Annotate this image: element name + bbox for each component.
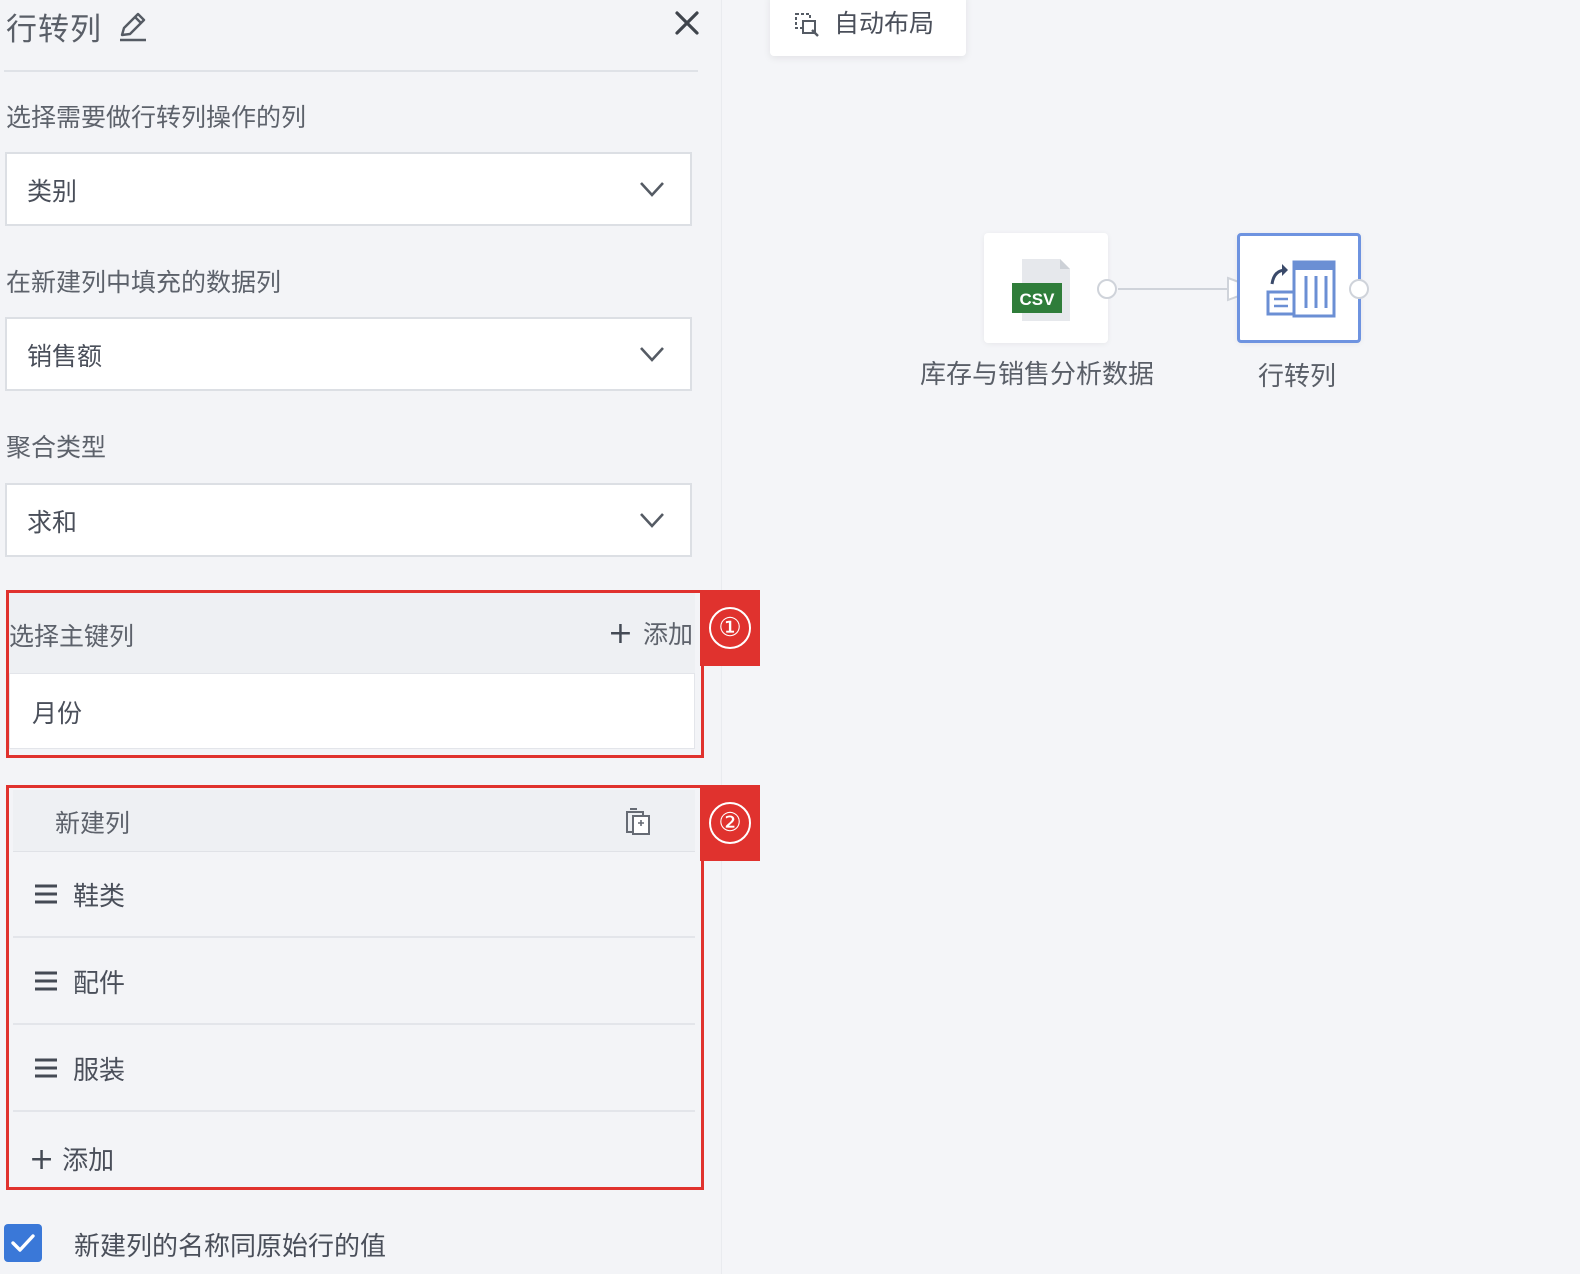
same-name-checkbox[interactable] bbox=[4, 1224, 42, 1262]
chevron-down-icon bbox=[640, 347, 664, 362]
aggregation-select[interactable]: 求和 bbox=[5, 483, 692, 557]
primary-key-header: 选择主键列 + 添加 bbox=[9, 593, 695, 673]
drag-handle-icon[interactable] bbox=[33, 882, 59, 906]
new-column-label: 鞋类 bbox=[73, 882, 126, 912]
chevron-down-icon bbox=[640, 182, 664, 197]
panel-title: 行转列 bbox=[6, 12, 102, 48]
annotation-badge-2: ② bbox=[700, 785, 760, 861]
auto-layout-label: 自动布局 bbox=[834, 9, 935, 38]
same-name-label: 新建列的名称同原始行的值 bbox=[74, 1232, 387, 1262]
row-to-column-node-label: 行转列 bbox=[1258, 362, 1337, 392]
checkmark-icon bbox=[11, 1234, 35, 1252]
primary-key-value: 月份 bbox=[32, 699, 83, 728]
csv-source-node[interactable]: CSV bbox=[984, 233, 1108, 343]
value-column-value: 销售额 bbox=[27, 342, 103, 371]
add-primary-key-button[interactable]: + 添加 bbox=[608, 615, 693, 651]
auto-layout-icon bbox=[795, 13, 819, 37]
primary-key-input[interactable]: 月份 bbox=[9, 673, 695, 749]
field-label-value-column: 在新建列中填充的数据列 bbox=[6, 268, 282, 297]
output-port[interactable] bbox=[1349, 279, 1369, 299]
badge-number: ② bbox=[709, 802, 751, 844]
drag-handle-icon[interactable] bbox=[33, 969, 59, 993]
new-columns-header: 新建列 bbox=[13, 790, 695, 852]
new-column-label: 配件 bbox=[73, 969, 126, 999]
aggregation-value: 求和 bbox=[27, 508, 78, 537]
same-name-option: 新建列的名称同原始行的值 bbox=[4, 1222, 704, 1262]
add-new-column-button[interactable]: + 添加 bbox=[29, 1140, 114, 1177]
panel-header: 行转列 bbox=[4, 0, 699, 72]
new-column-row[interactable]: 服装 bbox=[13, 1026, 695, 1112]
field-label-pivot-column: 选择需要做行转列操作的列 bbox=[6, 103, 307, 132]
new-column-row[interactable]: 鞋类 bbox=[13, 852, 695, 938]
new-columns-section: 新建列 鞋类 配件 服装 + 添加 bbox=[6, 785, 704, 1190]
annotation-badge-1: ① bbox=[700, 590, 760, 666]
plus-icon: + bbox=[29, 1142, 55, 1177]
pivot-column-select[interactable]: 类别 bbox=[5, 152, 692, 226]
new-column-row[interactable]: 配件 bbox=[13, 939, 695, 1025]
edit-icon[interactable] bbox=[114, 8, 150, 44]
auto-layout-button[interactable]: 自动布局 bbox=[770, 0, 966, 56]
pivot-column-value: 类别 bbox=[27, 177, 78, 206]
copy-icon[interactable] bbox=[623, 806, 653, 836]
field-label-aggregation: 聚合类型 bbox=[6, 433, 107, 462]
drag-handle-icon[interactable] bbox=[33, 1056, 59, 1080]
add-new-column-label: 添加 bbox=[62, 1146, 115, 1176]
csv-node-label: 库存与销售分析数据 bbox=[920, 360, 1155, 390]
primary-key-section: 选择主键列 + 添加 月份 bbox=[6, 590, 704, 758]
new-columns-title: 新建列 bbox=[55, 809, 131, 838]
row-to-column-icon bbox=[1266, 260, 1336, 318]
value-column-select[interactable]: 销售额 bbox=[5, 317, 692, 391]
badge-number: ① bbox=[709, 607, 751, 649]
output-port[interactable] bbox=[1097, 279, 1117, 299]
row-to-column-node[interactable] bbox=[1237, 233, 1361, 343]
add-primary-key-label: 添加 bbox=[642, 620, 693, 649]
csv-icon-text: CSV bbox=[1020, 290, 1056, 309]
primary-key-label: 选择主键列 bbox=[9, 622, 135, 651]
new-column-label: 服装 bbox=[73, 1056, 126, 1086]
config-panel: 行转列 选择需要做行转列操作的列 类别 在新建列中填充的数据列 销售额 聚合类型… bbox=[0, 0, 760, 1274]
csv-file-icon: CSV bbox=[1012, 259, 1070, 321]
plus-icon: + bbox=[607, 616, 633, 651]
chevron-down-icon bbox=[640, 513, 664, 528]
close-icon[interactable] bbox=[670, 6, 704, 40]
